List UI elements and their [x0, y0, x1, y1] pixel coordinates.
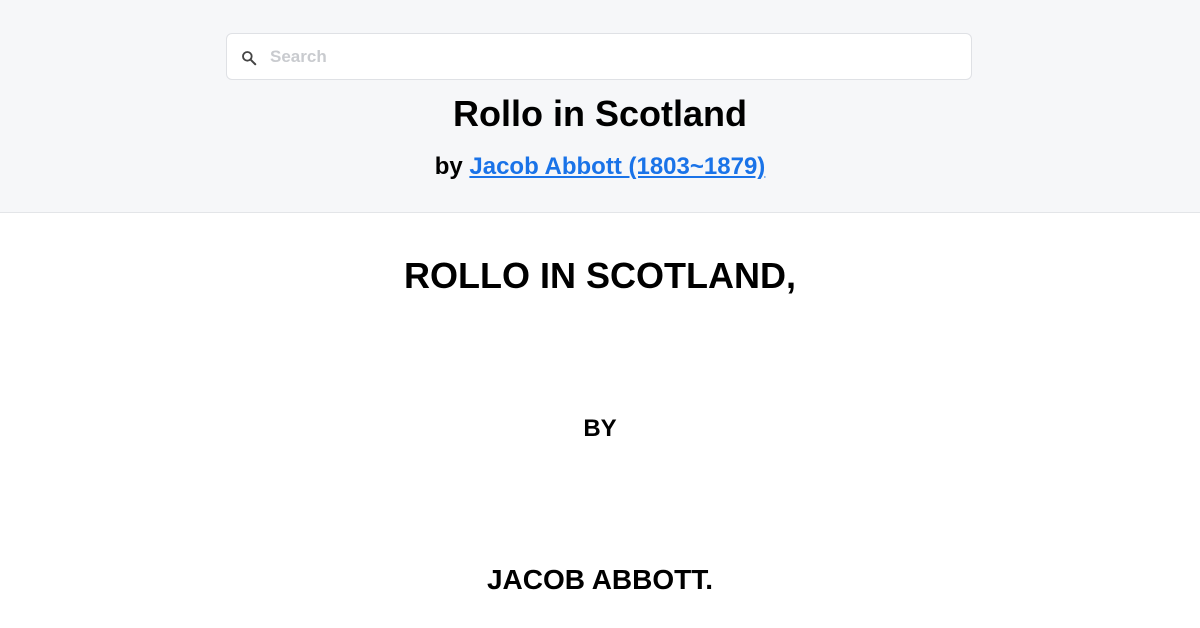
- search-icon[interactable]: [239, 48, 259, 68]
- search-box[interactable]: [226, 33, 972, 80]
- author-link[interactable]: Jacob Abbott (1803~1879): [469, 153, 765, 180]
- byline-prefix: by: [434, 153, 463, 180]
- search-input[interactable]: [270, 40, 960, 74]
- byline: by Jacob Abbott (1803~1879): [0, 151, 1200, 183]
- content-title: ROLLO IN SCOTLAND,: [404, 255, 796, 296]
- book-title: Rollo in Scotland: [453, 93, 747, 134]
- header-band: Rollo in Scotland by Jacob Abbott (1803~…: [0, 0, 1200, 213]
- content-by-label: BY: [583, 415, 617, 442]
- content-author-name: JACOB ABBOTT.: [486, 564, 714, 595]
